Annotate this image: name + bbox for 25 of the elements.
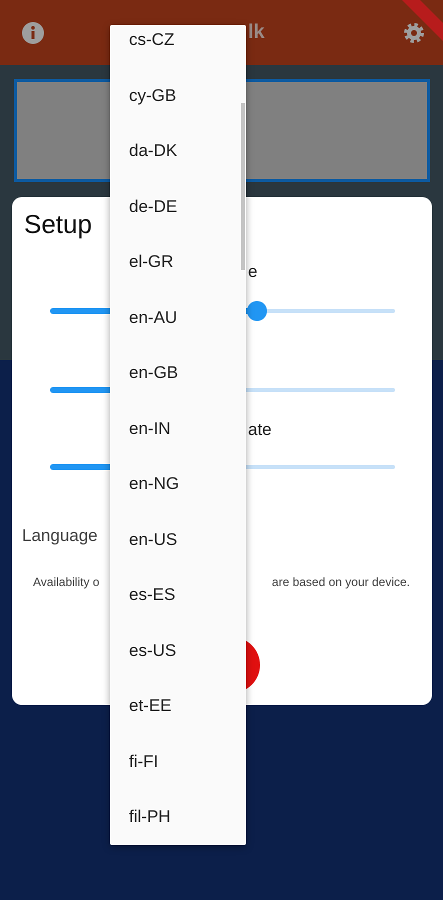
menu-item[interactable]: el-GR (110, 247, 246, 302)
menu-item[interactable]: cy-GB (110, 80, 246, 136)
language-label: Language (22, 525, 98, 547)
app-title: lk (248, 21, 265, 44)
menu-item[interactable]: es-US (110, 636, 246, 691)
menu-item[interactable]: en-US (110, 524, 246, 580)
menu-item[interactable]: de-DE (110, 192, 246, 247)
menu-item[interactable]: fil-PH (110, 802, 246, 858)
dialog-title: Setup (24, 209, 92, 239)
menu-item[interactable]: et-EE (110, 691, 246, 746)
slider-label: e (248, 262, 258, 282)
menu-item[interactable]: cs-CZ (110, 25, 246, 80)
menu-item[interactable]: en-GB (110, 358, 246, 414)
slider-label: ate (248, 420, 272, 440)
menu-item[interactable]: en-AU (110, 302, 246, 358)
note-text: Availability o (33, 574, 100, 590)
info-icon[interactable] (21, 20, 45, 44)
menu-item[interactable]: da-DK (110, 136, 246, 192)
note-text: are based on your device. (272, 574, 410, 590)
menu-item[interactable]: en-IN (110, 414, 246, 469)
menu-item[interactable]: en-NG (110, 469, 246, 524)
menu-item[interactable]: es-ES (110, 580, 246, 636)
debug-ribbon (400, 0, 443, 43)
menu-item[interactable]: fi-FI (110, 746, 246, 802)
settings-icon[interactable] (402, 20, 426, 44)
